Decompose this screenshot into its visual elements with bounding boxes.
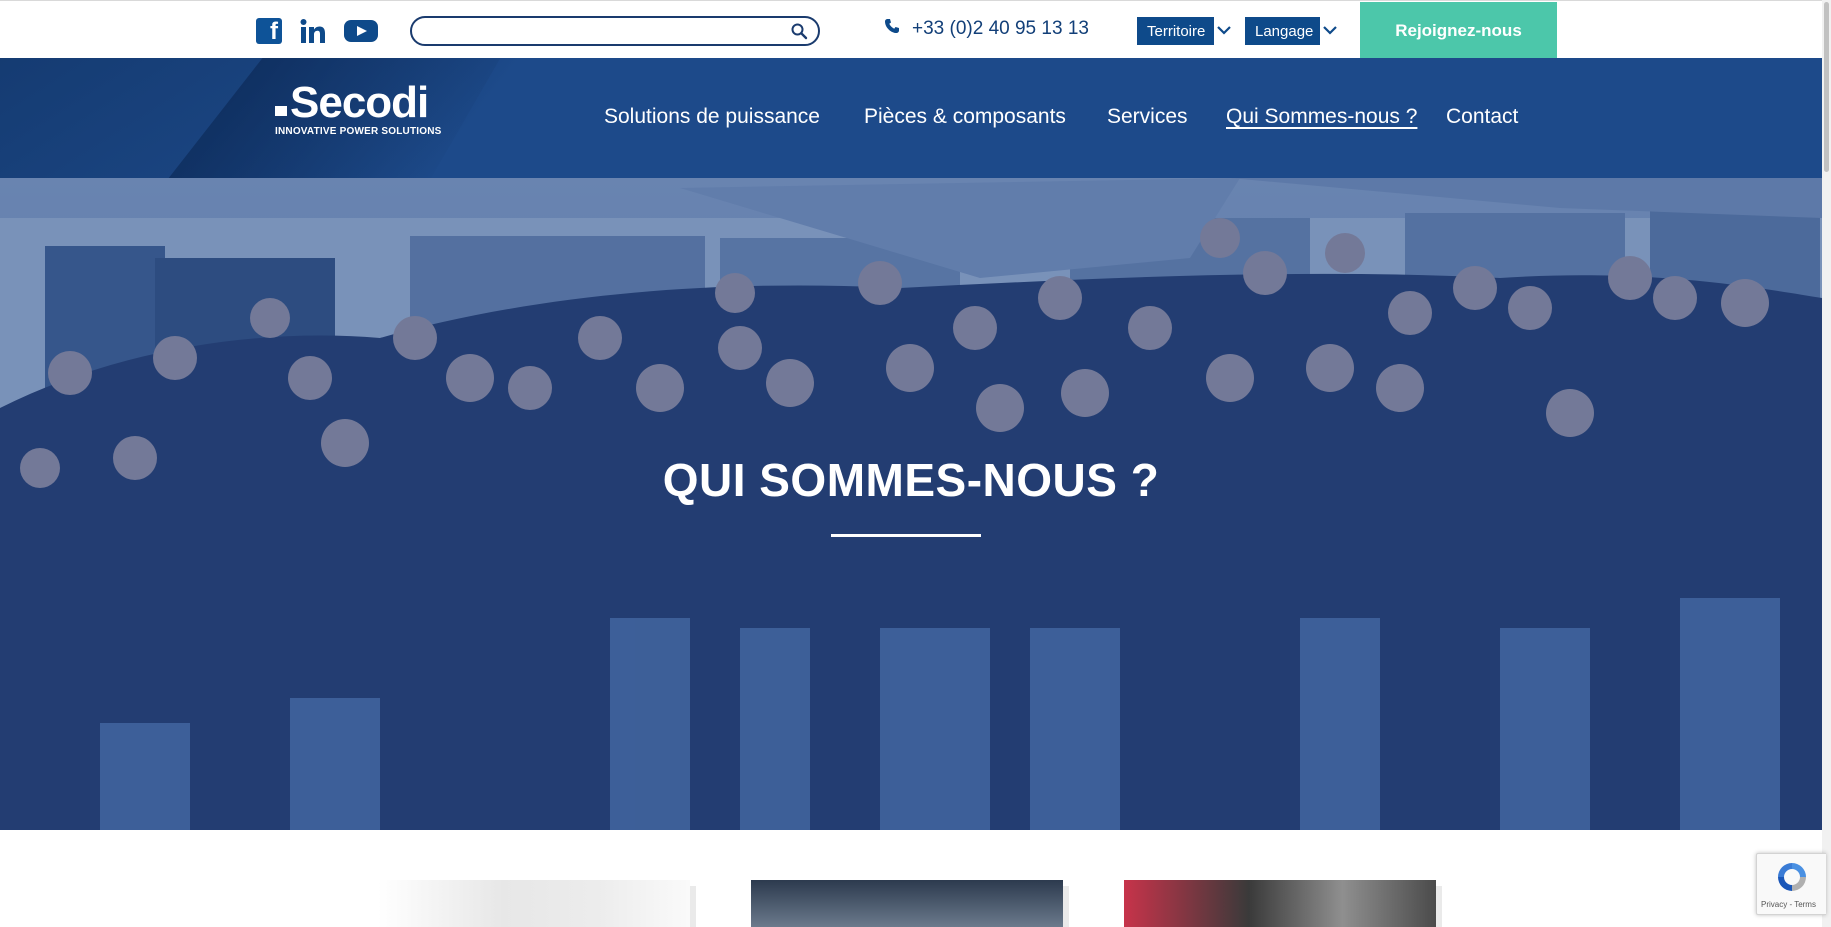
- card-image[interactable]: [751, 880, 1063, 927]
- youtube-icon[interactable]: [344, 18, 378, 44]
- logo-tagline: INNOVATIVE POWER SOLUTIONS: [275, 126, 442, 137]
- facebook-icon[interactable]: f: [256, 18, 282, 44]
- nav-item-pieces-composants[interactable]: Pièces & composants: [864, 105, 1066, 129]
- logo-mark: [275, 106, 287, 116]
- card-image[interactable]: [378, 880, 690, 927]
- logo-word: Secodi: [290, 78, 429, 127]
- nav-item-contact[interactable]: Contact: [1446, 105, 1518, 129]
- recaptcha-links[interactable]: Privacy - Terms: [1761, 900, 1816, 909]
- scrollbar-thumb[interactable]: [1824, 2, 1829, 172]
- nav-item-services[interactable]: Services: [1107, 105, 1188, 129]
- search-icon[interactable]: [790, 22, 808, 40]
- nav-item-qui-sommes-nous[interactable]: Qui Sommes-nous ?: [1226, 105, 1417, 129]
- langage-label: Langage: [1255, 22, 1314, 40]
- chevron-down-icon[interactable]: [1215, 21, 1233, 39]
- phone-number[interactable]: +33 (0)2 40 95 13 13: [912, 18, 1089, 40]
- recaptcha-badge[interactable]: Privacy - Terms: [1756, 853, 1826, 915]
- card-image[interactable]: [1124, 880, 1436, 927]
- langage-dropdown[interactable]: Langage: [1245, 17, 1320, 45]
- nav-item-solutions-de-puissance[interactable]: Solutions de puissance: [604, 105, 820, 129]
- main-navigation: Secodi INNOVATIVE POWER SOLUTIONS Soluti…: [0, 58, 1831, 178]
- chevron-down-icon[interactable]: [1321, 21, 1339, 39]
- phone-icon: [884, 18, 900, 40]
- title-underline: [831, 534, 981, 537]
- territoire-dropdown[interactable]: Territoire: [1137, 17, 1214, 45]
- page-title: QUI SOMMES-NOUS ?: [662, 454, 1160, 506]
- join-us-button[interactable]: Rejoignez-nous: [1360, 2, 1557, 59]
- phone-contact[interactable]: +33 (0)2 40 95 13 13: [884, 18, 1089, 40]
- recaptcha-icon: [1778, 863, 1806, 891]
- search-input[interactable]: [426, 21, 786, 41]
- search-box: [410, 16, 820, 46]
- hero-banner: QUI SOMMES-NOUS ?: [0, 178, 1822, 830]
- top-bar: f +33 (0)2 40 95 13 13 Territoire Langag…: [0, 0, 1831, 59]
- territoire-label: Territoire: [1147, 22, 1206, 40]
- linkedin-icon[interactable]: [300, 18, 326, 44]
